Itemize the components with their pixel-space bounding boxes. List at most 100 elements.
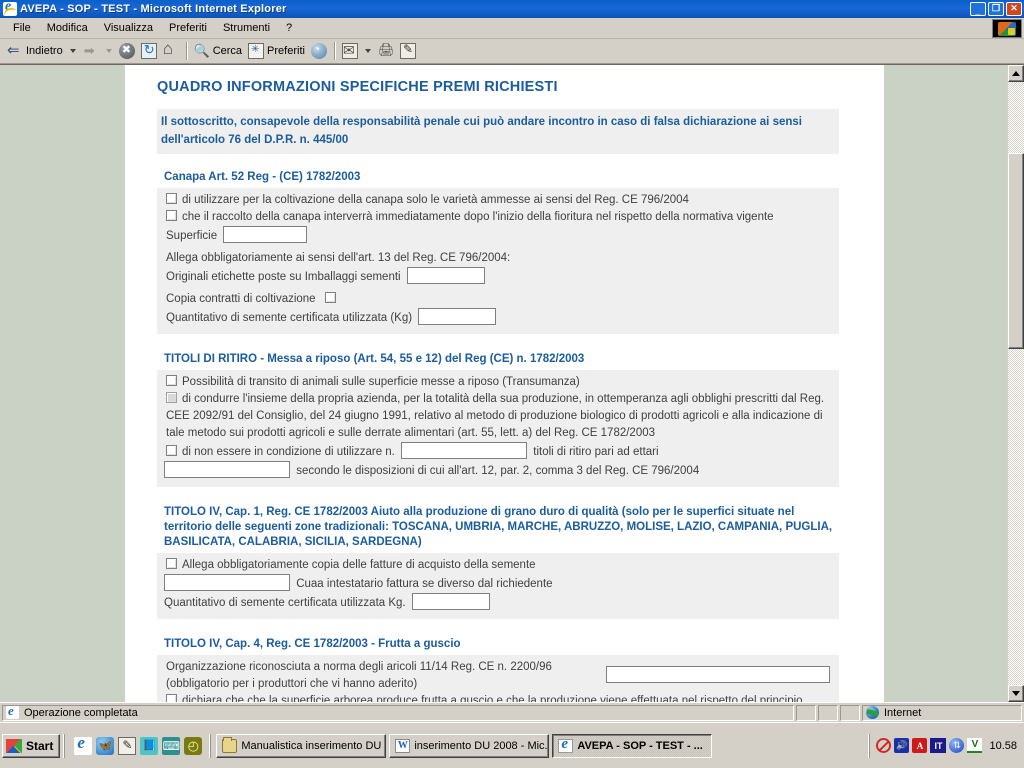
ie-icon[interactable] bbox=[3, 2, 17, 16]
grano-cuaa-row: Cuaa intestatario fattura se diverso dal… bbox=[164, 574, 835, 593]
taskbar-clock[interactable]: 10.58 bbox=[989, 740, 1017, 752]
scroll-up-button[interactable] bbox=[1008, 65, 1024, 82]
canapa-copia-checkbox[interactable] bbox=[324, 292, 336, 303]
windows-logo-icon bbox=[992, 19, 1022, 38]
vertical-scrollbar[interactable] bbox=[1007, 65, 1024, 702]
grano-fatture-checkbox[interactable] bbox=[166, 558, 177, 569]
page-area: QUADRO INFORMAZIONI SPECIFICHE PREMI RIC… bbox=[0, 65, 1007, 702]
close-glyph: ✕ bbox=[1010, 2, 1018, 13]
restore-button[interactable]: ❐ bbox=[988, 2, 1004, 16]
forward-dropdown-icon[interactable] bbox=[105, 49, 112, 53]
taskbar-button-avepa[interactable]: AVEPA - SOP - TEST - ... bbox=[552, 733, 713, 758]
scroll-down-button[interactable] bbox=[1008, 685, 1024, 702]
history-button[interactable] bbox=[308, 40, 330, 62]
document-body: QUADRO INFORMAZIONI SPECIFICHE PREMI RIC… bbox=[125, 65, 884, 702]
edit-button[interactable] bbox=[397, 40, 419, 62]
canapa-quantitativo-input[interactable] bbox=[418, 308, 497, 325]
menu-item-strumenti[interactable]: Strumenti bbox=[216, 20, 277, 36]
close-button[interactable]: ✕ bbox=[1006, 2, 1022, 16]
network-icon[interactable] bbox=[949, 738, 965, 753]
frutta-org-row: Organizzazione riconosciuta a norma degl… bbox=[166, 659, 835, 693]
volume-icon[interactable] bbox=[894, 738, 910, 753]
window-title: AVEPA - SOP - TEST - Microsoft Internet … bbox=[20, 3, 287, 15]
grano-quantitativo-label: Quantitativo di semente certificata util… bbox=[164, 597, 406, 609]
start-button[interactable]: Start bbox=[2, 733, 61, 758]
system-tray: 10.58 bbox=[869, 733, 1024, 758]
tasks-grip[interactable] bbox=[209, 733, 214, 758]
keyboard-icon[interactable] bbox=[162, 736, 181, 755]
section-heading-grano-duro: TITOLO IV, Cap. 1, Reg. CE 1782/2003 Aiu… bbox=[164, 506, 833, 548]
back-dropdown-icon[interactable] bbox=[69, 49, 76, 53]
home-button[interactable] bbox=[160, 39, 182, 62]
windows-flag bbox=[998, 21, 1016, 36]
frutta-org-input[interactable] bbox=[606, 666, 830, 683]
taskbar-button-manualistica[interactable]: Manualistica inserimento DU bbox=[216, 733, 387, 758]
quicklaunch-grip[interactable] bbox=[63, 733, 68, 758]
stop-button[interactable] bbox=[116, 40, 138, 62]
frutta-dichiara-label: dichiara che che la superficie arborea p… bbox=[182, 695, 803, 702]
menu-item-help[interactable]: ? bbox=[279, 20, 299, 36]
history-icon bbox=[310, 42, 327, 59]
word-icon bbox=[395, 738, 411, 753]
taskbar-button-manualistica-label: Manualistica inserimento DU bbox=[241, 739, 382, 752]
canapa-allega-row: Allega obbligatoriamente ai sensi dell'a… bbox=[166, 250, 835, 267]
menu-item-visualizza[interactable]: Visualizza bbox=[97, 20, 160, 36]
taskbar-button-word[interactable]: inserimento DU 2008 - Mic... bbox=[389, 733, 550, 758]
menu-item-file[interactable]: File bbox=[6, 20, 38, 36]
status-pane-4 bbox=[840, 704, 860, 721]
section-panel-titoli-ritiro: Possibilità di transito di animali sulle… bbox=[157, 370, 839, 487]
menu-item-preferiti[interactable]: Preferiti bbox=[162, 20, 214, 36]
minimize-button[interactable]: _ bbox=[970, 2, 986, 16]
canapa-raccolto-checkbox[interactable] bbox=[166, 210, 177, 221]
clock-icon[interactable] bbox=[184, 736, 203, 755]
canapa-varieta-label: di utilizzare per la coltivazione della … bbox=[182, 194, 689, 206]
grano-cuaa-label: Cuaa intestatario fattura se diverso dal… bbox=[296, 578, 553, 590]
v2-icon[interactable] bbox=[967, 738, 983, 753]
ritiro-titoli-input[interactable] bbox=[401, 442, 528, 459]
edit-icon bbox=[399, 42, 416, 59]
mail-dropdown-icon[interactable] bbox=[364, 49, 371, 53]
forward-button[interactable] bbox=[80, 40, 102, 62]
print-button[interactable] bbox=[375, 40, 397, 62]
canapa-quantitativo-label: Quantitativo di semente certificata util… bbox=[166, 312, 413, 324]
canapa-superficie-row: Superficie bbox=[166, 226, 835, 245]
canapa-superficie-input[interactable] bbox=[223, 226, 308, 243]
ie-icon[interactable] bbox=[74, 733, 93, 755]
ritiro-non-condizione-label-pre: di non essere in condizione di utilizzar… bbox=[182, 446, 395, 458]
favorites-button[interactable]: Preferiti bbox=[245, 40, 308, 62]
print-icon bbox=[378, 42, 395, 59]
canapa-etichette-input[interactable] bbox=[406, 267, 485, 284]
ritiro-biologico-checkbox[interactable] bbox=[166, 392, 177, 403]
canapa-allega-label: Allega obbligatoriamente ai sensi dell'a… bbox=[166, 252, 511, 264]
mail-button[interactable] bbox=[339, 40, 361, 62]
favorites-icon bbox=[248, 43, 265, 59]
menu-item-modifica[interactable]: Modifica bbox=[40, 20, 95, 36]
book-icon[interactable] bbox=[140, 736, 159, 755]
scrollbar-thumb[interactable] bbox=[1008, 153, 1024, 349]
grano-fatture-label: Allega obbligatoriamente copia delle fat… bbox=[182, 559, 536, 571]
ritiro-check-row-2: di condurre l'insieme della propria azie… bbox=[166, 391, 835, 442]
search-button[interactable]: Cerca bbox=[191, 40, 245, 62]
no-entry-icon[interactable] bbox=[876, 738, 892, 753]
ritiro-ettari-input[interactable] bbox=[164, 461, 290, 478]
language-it-icon[interactable] bbox=[930, 738, 947, 753]
status-message-pane: Operazione completata bbox=[2, 703, 794, 721]
windows-flag-icon bbox=[6, 738, 22, 753]
notepad-icon[interactable] bbox=[118, 736, 137, 755]
ritiro-biologico-label: di condurre l'insieme della propria azie… bbox=[166, 393, 825, 439]
status-bar: Operazione completata Internet bbox=[0, 702, 1024, 722]
refresh-button[interactable] bbox=[138, 40, 160, 62]
globe-icon bbox=[866, 706, 879, 719]
window-controls: _ ❐ ✕ bbox=[970, 2, 1022, 16]
ati-icon[interactable] bbox=[912, 738, 928, 753]
search-label: Cerca bbox=[212, 45, 243, 57]
canapa-varieta-checkbox[interactable] bbox=[166, 193, 177, 204]
grano-cuaa-input[interactable] bbox=[164, 574, 290, 591]
section-heading-canapa: Canapa Art. 52 Reg - (CE) 1782/2003 bbox=[164, 171, 361, 183]
frutta-dichiara-checkbox[interactable] bbox=[166, 694, 177, 702]
grano-quantitativo-input[interactable] bbox=[411, 593, 490, 610]
ritiro-non-condizione-checkbox[interactable] bbox=[166, 445, 177, 456]
ritiro-transumanza-checkbox[interactable] bbox=[166, 375, 177, 386]
msn-icon[interactable] bbox=[96, 736, 115, 755]
back-button[interactable]: Indietro bbox=[4, 40, 66, 62]
